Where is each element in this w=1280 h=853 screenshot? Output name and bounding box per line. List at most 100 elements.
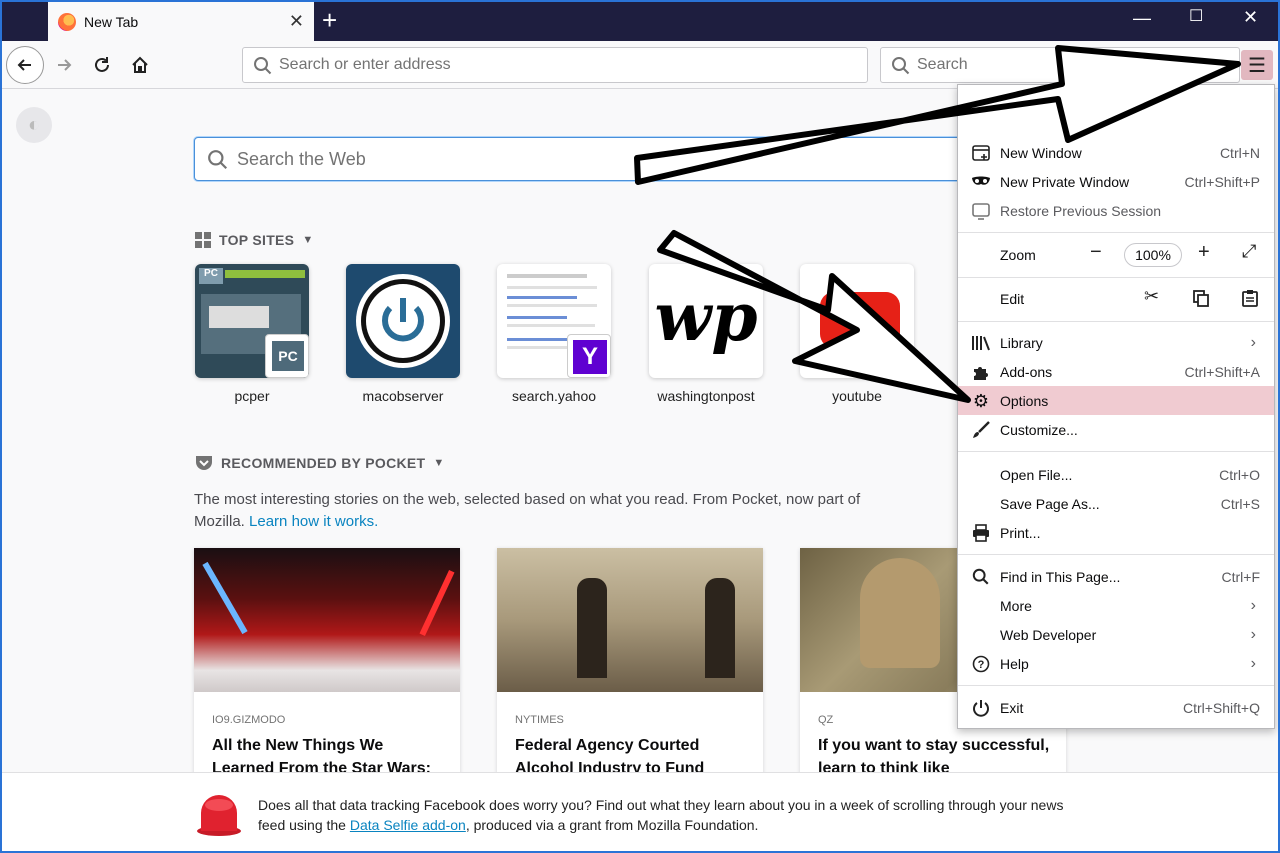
menu-label: Help	[1000, 655, 1029, 672]
menu-label: Print...	[1000, 524, 1041, 541]
chevron-right-icon: ›	[1250, 333, 1256, 351]
menu-shortcut: Ctrl+S	[1220, 495, 1260, 512]
menu-options[interactable]: ⚙ Options	[958, 386, 1274, 415]
search-placeholder: Search	[917, 56, 968, 73]
menu-print[interactable]: Print...	[958, 518, 1274, 547]
top-site-search-yahoo[interactable]: Y search.yahoo	[497, 264, 611, 404]
top-site-label: macobserver	[362, 388, 444, 404]
puzzle-piece-icon	[971, 362, 991, 382]
cut-icon[interactable]: ✂	[1144, 286, 1159, 307]
menu-help[interactable]: ? Help ›	[958, 649, 1274, 678]
hamburger-menu-button[interactable]: ☰	[1241, 50, 1273, 80]
menu-label: Options	[1000, 392, 1049, 409]
pocket-card[interactable]: NYTIMES Federal Agency Courted Alcohol I…	[497, 548, 763, 778]
top-site-youtube[interactable]: youtube	[800, 264, 914, 404]
gear-icon: ⚙	[972, 390, 990, 411]
chevron-down-icon: ▼	[433, 457, 445, 469]
fullscreen-icon[interactable]: ⤢	[1242, 241, 1256, 262]
menu-customize[interactable]: Customize...	[958, 415, 1274, 444]
private-mask-icon	[971, 172, 991, 192]
menu-separator	[958, 321, 1274, 322]
menu-new-private-window[interactable]: New Private Window Ctrl+Shift+P	[958, 167, 1274, 196]
close-window-icon[interactable]: ✕	[1243, 7, 1258, 28]
app-menu-panel: New Window Ctrl+N New Private Window Ctr…	[957, 84, 1275, 729]
zoom-out-icon[interactable]: −	[1090, 241, 1102, 264]
wp-logo-icon: wp	[654, 278, 758, 356]
chevron-right-icon: ›	[1250, 596, 1256, 614]
menu-library[interactable]: Library ›	[958, 328, 1274, 357]
card-source: IO9.GIZMODO	[212, 714, 286, 726]
top-site-macobserver[interactable]: macobserver	[346, 264, 460, 404]
library-icon	[971, 333, 991, 353]
menu-label: Customize...	[1000, 421, 1078, 438]
paintbrush-icon	[971, 420, 991, 440]
search-yahoo-thumbnail: Y	[497, 264, 611, 378]
zoom-in-icon[interactable]: +	[1198, 241, 1210, 264]
forward-button[interactable]	[48, 49, 80, 81]
top-site-label: washingtonpost	[657, 388, 755, 404]
firefox-icon: ◐	[16, 107, 52, 143]
menu-separator	[958, 685, 1274, 686]
copy-icon[interactable]	[1192, 289, 1210, 313]
menu-label: Find in This Page...	[1000, 568, 1121, 585]
card-image	[497, 548, 763, 692]
menu-label: Edit	[1000, 291, 1025, 307]
menu-label: Open File...	[1000, 466, 1073, 483]
web-search-placeholder: Search the Web	[237, 148, 366, 169]
youtube-thumbnail	[800, 264, 914, 378]
menu-exit[interactable]: Exit Ctrl+Shift+Q	[958, 693, 1274, 722]
minimize-icon[interactable]: —	[1133, 8, 1151, 29]
search-bar[interactable]: Search	[880, 47, 1240, 83]
reload-icon	[95, 57, 109, 72]
menu-save-page[interactable]: Save Page As... Ctrl+S	[958, 489, 1274, 518]
chevron-right-icon: ›	[1250, 625, 1256, 643]
top-sites-heading[interactable]: TOP SITES ▼	[195, 232, 314, 248]
chevron-right-icon: ›	[1250, 654, 1256, 672]
zoom-level-button[interactable]: 100%	[1124, 243, 1182, 267]
pocket-heading[interactable]: RECOMMENDED BY POCKET ▼	[195, 455, 445, 471]
new-window-icon	[971, 143, 991, 163]
url-bar[interactable]: Search or enter address	[242, 47, 868, 83]
menu-restore-session[interactable]: Restore Previous Session	[958, 196, 1274, 225]
data-selfie-link[interactable]: Data Selfie add-on	[350, 817, 466, 833]
menu-new-window[interactable]: New Window Ctrl+N	[958, 138, 1274, 167]
pocket-card[interactable]: IO9.GIZMODO All the New Things We Learne…	[194, 548, 460, 778]
menu-open-file[interactable]: Open File... Ctrl+O	[958, 460, 1274, 489]
snippet-text-part: , produced via a grant from Mozilla Foun…	[465, 817, 759, 833]
chevron-down-icon: ▼	[302, 234, 314, 246]
menu-shortcut: Ctrl+O	[1219, 466, 1260, 483]
menu-separator	[958, 554, 1274, 555]
power-logo-icon	[356, 274, 450, 368]
menu-addons[interactable]: Add-ons Ctrl+Shift+A	[958, 357, 1274, 386]
paste-icon[interactable]	[1242, 289, 1258, 313]
top-site-pcper[interactable]: PC PC pcper	[195, 264, 309, 404]
top-site-washingtonpost[interactable]: wp washingtonpost	[649, 264, 763, 404]
pocket-heading-label: RECOMMENDED BY POCKET	[221, 455, 426, 471]
tab-title: New Tab	[84, 13, 139, 30]
back-arrow-icon	[17, 59, 31, 71]
new-tab-icon[interactable]: +	[322, 6, 337, 34]
menu-label: Restore Previous Session	[1000, 202, 1162, 219]
web-search-box[interactable]: Search the Web	[194, 137, 994, 181]
grid-icon	[195, 232, 211, 248]
tab-new-tab[interactable]: New Tab ✕	[48, 2, 314, 41]
menu-more[interactable]: More ›	[958, 591, 1274, 620]
menu-web-developer[interactable]: Web Developer ›	[958, 620, 1274, 649]
svg-text:?: ?	[978, 659, 985, 671]
home-icon	[132, 56, 148, 73]
forward-arrow-icon	[58, 59, 72, 71]
youtube-logo-icon	[820, 292, 900, 348]
back-button[interactable]	[6, 46, 44, 84]
menu-label: New Window	[1000, 144, 1082, 161]
menu-label: Library	[1000, 334, 1043, 351]
maximize-icon[interactable]: ☐	[1189, 6, 1203, 26]
close-tab-icon[interactable]: ✕	[289, 11, 304, 32]
top-site-label: pcper	[234, 388, 270, 404]
top-site-label: search.yahoo	[511, 388, 597, 404]
menu-separator	[958, 451, 1274, 452]
menu-find[interactable]: Find in This Page... Ctrl+F	[958, 562, 1274, 591]
reload-button[interactable]	[86, 49, 118, 81]
learn-how-link[interactable]: Learn how it works.	[249, 513, 378, 530]
home-button[interactable]	[124, 49, 156, 81]
menu-edit-row: Edit ✂	[958, 284, 1274, 314]
